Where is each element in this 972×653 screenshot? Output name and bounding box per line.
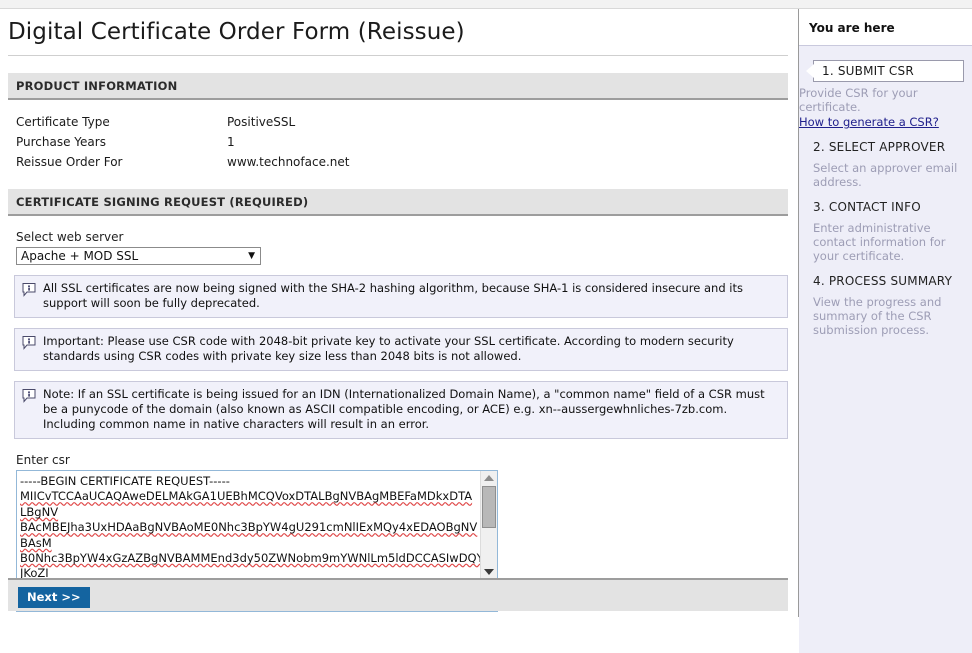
- notice-2048bit: Important: Please use CSR code with 2048…: [14, 328, 788, 371]
- csr-line: -----BEGIN CERTIFICATE REQUEST-----: [20, 474, 230, 488]
- page-title: Digital Certificate Order Form (Reissue): [8, 19, 465, 45]
- csr-line: MIICvTCCAaUCAQAweDELMAkGA1UEBhMCQVoxDTAL…: [20, 489, 473, 504]
- csr-line: LBgNV: [20, 504, 59, 519]
- sidebar-item-select-approver[interactable]: 2. SELECT APPROVER Select an approver em…: [799, 137, 972, 195]
- sidebar-item-description: Enter administrative contact information…: [813, 221, 946, 263]
- notice-sha2: All SSL certificates are now being signe…: [14, 275, 788, 318]
- sidebar-item-description: Select an approver email address.: [813, 161, 958, 189]
- sidebar-steps: 1. SUBMIT CSR Provide CSR for your certi…: [799, 45, 972, 653]
- main-content: Digital Certificate Order Form (Reissue)…: [0, 9, 798, 617]
- info-icon: [21, 388, 37, 404]
- sidebar-heading: You are here: [799, 9, 972, 45]
- sidebar-item-process-summary[interactable]: 4. PROCESS SUMMARY View the progress and…: [799, 271, 972, 343]
- table-row: Certificate Type PositiveSSL: [16, 112, 798, 132]
- certificate-type-label: Certificate Type: [16, 115, 110, 129]
- notice-text: Note: If an SSL certificate is being iss…: [43, 387, 765, 431]
- table-row: Purchase Years 1: [16, 132, 798, 152]
- sidebar-item-label: 1. SUBMIT CSR: [805, 60, 964, 82]
- csr-line: BAcMBEJha3UxHDAaBgNVBAoME0Nhc3BpYW4gU291…: [20, 520, 478, 535]
- csr-section-header: CERTIFICATE SIGNING REQUEST (REQUIRED): [8, 189, 788, 216]
- notice-text: Important: Please use CSR code with 2048…: [43, 334, 734, 363]
- sidebar-item-label: 2. SELECT APPROVER: [813, 140, 946, 154]
- product-information-header: PRODUCT INFORMATION: [8, 73, 788, 100]
- how-to-generate-csr-link[interactable]: How to generate a CSR?: [799, 114, 958, 129]
- sidebar-item-description: View the progress and summary of the CSR…: [813, 295, 942, 337]
- browser-top-strip: [0, 0, 972, 9]
- certificate-type-value: PositiveSSL: [227, 115, 296, 129]
- sidebar-item-label: 4. PROCESS SUMMARY: [813, 274, 953, 288]
- title-divider: [8, 55, 788, 56]
- scroll-up-icon[interactable]: [484, 475, 494, 481]
- sidebar-desc-text: Provide CSR for your certificate.: [799, 86, 918, 114]
- info-icon: [21, 335, 37, 351]
- info-icon: [21, 282, 37, 298]
- next-button[interactable]: Next >>: [18, 587, 90, 608]
- chevron-down-icon: ▼: [248, 250, 255, 261]
- purchase-years-value: 1: [227, 135, 235, 149]
- purchase-years-label: Purchase Years: [16, 135, 106, 149]
- sidebar: You are here 1. SUBMIT CSR Provide CSR f…: [798, 9, 972, 653]
- product-information-list: Certificate Type PositiveSSL Purchase Ye…: [0, 112, 798, 172]
- web-server-select[interactable]: Apache + MOD SSL ▼: [16, 247, 261, 265]
- scrollbar-thumb[interactable]: [482, 486, 496, 528]
- web-server-field: Select web server Apache + MOD SSL ▼: [0, 216, 798, 265]
- csr-line: B0Nhc3BpYW4xGzAZBgNVBAMMEnd3dy50ZWNobm9m…: [20, 551, 480, 566]
- notice-text: All SSL certificates are now being signe…: [43, 281, 743, 310]
- scroll-down-icon[interactable]: [484, 568, 494, 575]
- csr-line: BAsM: [20, 535, 52, 550]
- page-container: Digital Certificate Order Form (Reissue)…: [0, 9, 972, 653]
- notice-idn: Note: If an SSL certificate is being iss…: [14, 381, 788, 439]
- form-footer: Next >>: [8, 578, 788, 611]
- table-row: Reissue Order For www.technoface.net: [16, 152, 798, 172]
- web-server-selected-value: Apache + MOD SSL: [21, 249, 139, 263]
- sidebar-item-submit-csr[interactable]: 1. SUBMIT CSR Provide CSR for your certi…: [799, 60, 972, 135]
- sidebar-item-description: Provide CSR for your certificate. How to…: [799, 82, 964, 135]
- sidebar-item-label: 3. CONTACT INFO: [813, 200, 921, 214]
- csr-label: Enter csr: [16, 453, 70, 467]
- web-server-label: Select web server: [16, 230, 124, 244]
- reissue-order-for-label: Reissue Order For: [16, 155, 123, 169]
- sidebar-item-contact-info[interactable]: 3. CONTACT INFO Enter administrative con…: [799, 197, 972, 269]
- reissue-order-for-value: www.technoface.net: [227, 155, 350, 169]
